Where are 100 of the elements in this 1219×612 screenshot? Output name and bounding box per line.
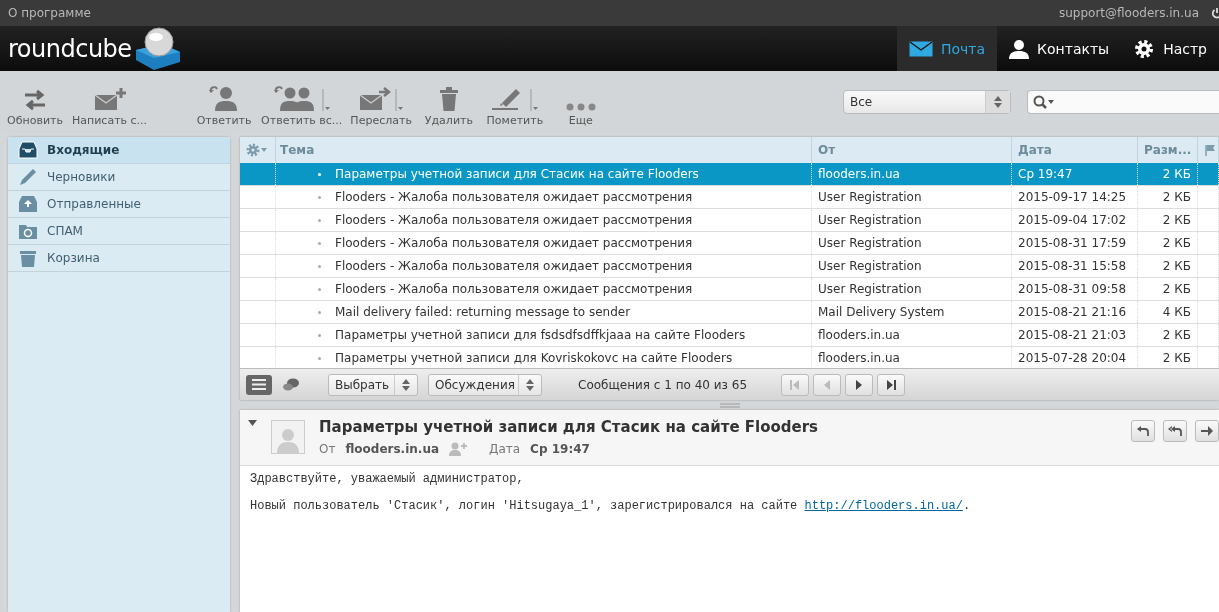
arrow-right-icon (1201, 426, 1213, 436)
message-date: 2015-08-21 21:16 (1018, 305, 1127, 319)
folder-item[interactable]: СПАМ (8, 218, 230, 245)
search-field[interactable] (1027, 90, 1219, 114)
caret-icon (395, 89, 404, 111)
read-dot-icon (318, 241, 321, 245)
message-subject: Flooders - Жалоба пользователя ожидает рассмотрения (335, 282, 693, 296)
read-dot-icon (318, 333, 321, 337)
filter-select[interactable]: Все (843, 90, 1011, 114)
threads-dropdown[interactable]: Обсуждения (428, 373, 542, 396)
arrows-icon (23, 89, 47, 111)
message-row[interactable]: Mail delivery failed: returning message to sender Mail Delivery System 2015-08-21 21:16 4 КБ (240, 301, 1219, 324)
message-row[interactable]: Flooders - Жалоба пользователя ожидает рассмотрения User Registration 2015-08-31 09:58 2 КБ (240, 278, 1219, 301)
folder-item[interactable]: Корзина (8, 245, 230, 272)
flag-icon (1204, 144, 1216, 156)
double-reply-arrow-icon (1168, 426, 1182, 436)
read-dot-icon (318, 218, 321, 222)
message-subject: Flooders - Жалоба пользователя ожидает рассмотрения (335, 259, 693, 273)
sender-name[interactable]: flooders.in.ua (345, 442, 440, 456)
web-link[interactable]: http://flooders.in.ua/ (804, 499, 963, 513)
updown-icon (526, 378, 534, 391)
toolbar-button[interactable]: Переслать (350, 71, 412, 133)
tray-upload-icon (18, 195, 38, 213)
nav-tab[interactable]: Почта (896, 26, 998, 71)
message-sender: User Registration (818, 190, 922, 204)
trash-icon (18, 249, 38, 267)
message-subject: Flooders - Жалоба пользователя ожидает рассмотрения (335, 190, 693, 204)
message-size: 2 КБ (1162, 236, 1191, 250)
message-row[interactable]: Flooders - Жалоба пользователя ожидает рассмотрения User Registration 2015-09-04 17:02 2 КБ (240, 209, 1219, 232)
read-dot-icon (318, 264, 321, 268)
body-paragraph: Здравствуйте, уважаемый администратор, (250, 472, 525, 486)
reply-arrow-icon (1137, 426, 1149, 436)
updown-icon (402, 378, 410, 391)
message-subject: Flooders - Жалоба пользователя ожидает рассмотрения (335, 236, 693, 250)
last-page-button[interactable] (877, 373, 906, 396)
toolbar-button[interactable]: Пометить (485, 71, 544, 133)
user-email: support@flooders.in.ua (1058, 6, 1199, 20)
splitter-handle-icon[interactable] (719, 402, 740, 408)
message-subject-heading: Параметры учетной записи для Стасик на сайте Flooders (319, 418, 818, 436)
message-row[interactable]: Параметры учетной записи для fsdsdfsdffkjaaa на сайте Flooders flooders.in.ua 2015-08-21 21:03 2 КБ (240, 324, 1219, 347)
caret-icon (321, 89, 330, 111)
toolbar-button[interactable]: Еще (551, 71, 610, 133)
message-date: 2015-08-31 17:59 (1018, 236, 1127, 250)
search-icon (1033, 95, 1055, 109)
message-size: 2 КБ (1162, 190, 1191, 204)
nav-tab[interactable]: Контакты (997, 26, 1122, 71)
reply-button[interactable] (1131, 420, 1155, 442)
message-subject: Flooders - Жалоба пользователя ожидает рассмотрения (335, 213, 693, 227)
about-link[interactable]: О программе (8, 6, 91, 20)
skip-back-icon (790, 379, 801, 390)
column-header[interactable]: От (818, 143, 836, 157)
message-sender: User Registration (818, 213, 922, 227)
message-subject: Mail delivery failed: returning message to sender (335, 305, 631, 319)
message-row[interactable]: Параметры учетной записи для Стасик на сайте Flooders flooders.in.ua Ср 19:47 2 КБ (240, 163, 1219, 186)
settings-icon (1133, 37, 1156, 60)
nav-tab[interactable]: Настр (1121, 26, 1219, 71)
message-date: 2015-09-17 14:25 (1018, 190, 1127, 204)
message-size: 2 КБ (1162, 328, 1191, 342)
message-size: 2 КБ (1162, 351, 1191, 365)
select-dropdown[interactable]: Выбрать (328, 373, 418, 396)
body-paragraph: Новый пользователь 'Стасик', логин 'Hitsugaya_1', зарегистрировался на сайте http://flooders.in.ua/. (250, 499, 972, 513)
message-sender: Mail Delivery System (818, 305, 945, 319)
message-row[interactable]: Flooders - Жалоба пользователя ожидает рассмотрения User Registration 2015-09-17 14:25 2 КБ (240, 186, 1219, 209)
folder-item[interactable]: Входящие (8, 137, 230, 164)
next-page-button[interactable] (845, 373, 874, 396)
message-sender: User Registration (818, 282, 922, 296)
collapse-caret-icon[interactable] (248, 420, 257, 426)
message-sender: flooders.in.ua (818, 167, 900, 181)
forward-button[interactable] (1195, 420, 1219, 442)
column-header[interactable]: Разм... (1144, 143, 1192, 157)
folder-item[interactable]: Черновики (8, 164, 230, 191)
toolbar-button[interactable]: Ответить вс... (261, 71, 343, 133)
message-row[interactable]: Flooders - Жалоба пользователя ожидает рассмотрения User Registration 2015-08-31 17:59 2 КБ (240, 232, 1219, 255)
message-size: 2 КБ (1162, 167, 1191, 181)
read-dot-icon (318, 356, 321, 360)
message-count: Сообщения с 1 по 40 из 65 (578, 377, 748, 392)
reply-all-button[interactable] (1163, 420, 1187, 442)
message-size: 4 КБ (1162, 305, 1191, 319)
read-dot-icon (318, 195, 321, 199)
read-dot-icon (318, 310, 321, 314)
caret-icon (529, 89, 538, 111)
message-date: 2015-07-28 20:04 (1018, 351, 1127, 365)
speech-bubbles-icon[interactable] (282, 377, 300, 392)
date-label: Дата (489, 442, 521, 456)
message-sender: flooders.in.ua (818, 351, 900, 365)
toolbar-button[interactable]: Ответить (195, 71, 254, 133)
column-header[interactable]: Тема (280, 143, 315, 157)
list-view-button[interactable] (246, 374, 272, 395)
avatar-silhouette (271, 420, 305, 454)
message-subject: Параметры учетной записи для fsdsdfsdffkjaaa на сайте Flooders (335, 328, 746, 342)
column-header[interactable]: Дата (1018, 143, 1052, 157)
folder-item[interactable]: Отправленные (8, 191, 230, 218)
toolbar-button[interactable]: Удалить (419, 71, 478, 133)
message-row[interactable]: Flooders - Жалоба пользователя ожидает рассмотрения User Registration 2015-08-31 15:58 2 КБ (240, 255, 1219, 278)
message-date: Ср 19:47 (1018, 167, 1073, 181)
message-sender: User Registration (818, 259, 922, 273)
toolbar-button[interactable]: Обновить (6, 71, 64, 133)
list-icon (252, 379, 266, 390)
message-size: 2 КБ (1162, 213, 1191, 227)
toolbar-button[interactable]: Написать с... (72, 71, 148, 133)
